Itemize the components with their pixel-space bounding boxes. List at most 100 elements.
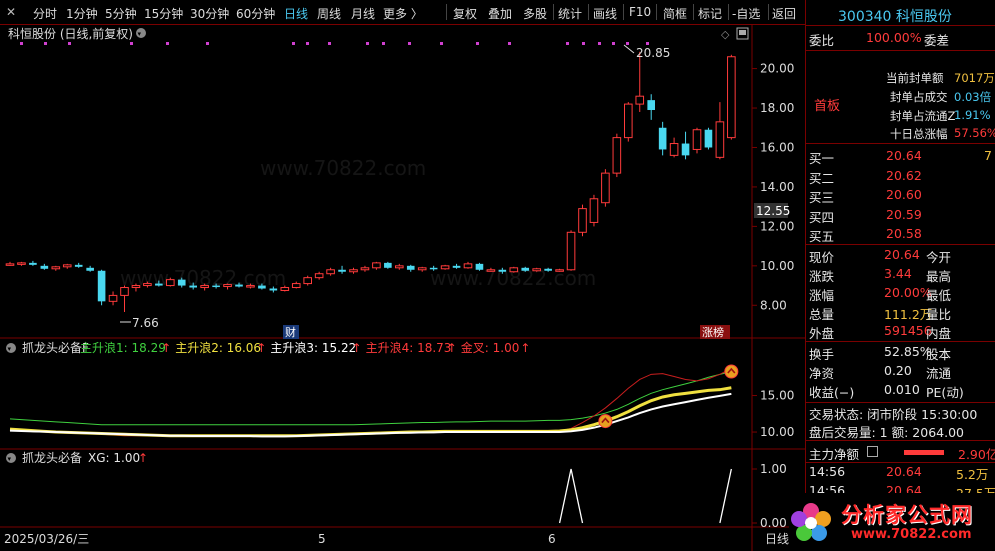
ind2-name: 抓龙头必备 [22, 451, 82, 465]
tool-tongji[interactable]: 统计 [558, 5, 582, 22]
date-axis-start: 2025/03/26/三 [4, 532, 89, 546]
tab-period-2[interactable]: 5分钟 [105, 5, 137, 22]
tab-period-3[interactable]: 15分钟 [144, 5, 183, 22]
candle-body [715, 121, 725, 158]
candle-body [97, 270, 106, 302]
candle-body [269, 288, 278, 291]
price-tick-label: 12.00 [760, 219, 794, 233]
tool-fuquan[interactable]: 复权 [453, 5, 477, 22]
ind1-tick-label: 15.00 [760, 389, 794, 403]
ind1-legend-item: 金叉: 1.00 [461, 340, 520, 355]
candle-body [143, 283, 152, 287]
bid-price: 20.58 [886, 226, 922, 241]
candle-body [521, 267, 530, 271]
main-net-icon[interactable] [867, 446, 878, 457]
stat2-value: 52.85% [884, 344, 932, 359]
stat-row: 外盘 591456 内盘 [806, 321, 995, 342]
close-x-icon[interactable]: ✕ [6, 5, 16, 19]
candle-body [62, 264, 72, 268]
candle-body [246, 285, 255, 288]
candle-body [704, 129, 713, 148]
tool-diejia[interactable]: 叠加 [488, 5, 512, 22]
stat2-value: 0.20 [884, 363, 912, 378]
price-tick-label: 14.00 [760, 180, 794, 194]
ind1-collapse-chevron: ▾ [8, 345, 12, 353]
candle-body [509, 267, 519, 273]
weicha-label: 委差 [924, 33, 950, 48]
candle-body [280, 287, 290, 291]
stat-row: 涨幅 20.00% 最低 [806, 283, 995, 304]
weibi-value: 100.00% [866, 30, 922, 45]
tool-f10[interactable]: F10 [629, 5, 651, 19]
signal-dot [366, 42, 369, 45]
ind1-legend-arrow: ↑ [447, 341, 457, 355]
tick-price: 20.64 [886, 464, 922, 479]
stat2-label-2: PE(动) [926, 385, 964, 400]
signal-dot [598, 42, 601, 45]
price-tick-label: 18.00 [760, 101, 794, 115]
tool-duogu[interactable]: 多股 [523, 5, 547, 22]
candle-body [429, 267, 438, 270]
ind1-legend-item: 主升浪4: 18.73 [366, 340, 452, 355]
candle-body [498, 269, 507, 272]
ind2-tick-label: 1.00 [760, 462, 787, 476]
candle-body [532, 268, 542, 272]
ind2-xg-arrow: ↑ [138, 451, 148, 465]
tab-period-9[interactable]: 更多 〉 [383, 5, 423, 22]
after-trade: 盘后交易量: 1 额: 2064.00 [809, 425, 964, 440]
ind1-legend-arrow: ↑ [352, 341, 362, 355]
candle-body [29, 262, 37, 265]
candle-body [463, 263, 473, 269]
signal-dot [292, 42, 295, 45]
tool-huaxian[interactable]: 画线 [593, 5, 617, 22]
price-tick-label: 10.00 [760, 259, 794, 273]
ind1-legend-item: 主升浪1: 18.29 [80, 340, 166, 355]
golden-cross-marker [598, 414, 613, 429]
tab-period-4[interactable]: 30分钟 [190, 5, 229, 22]
tab-period-6[interactable]: 日线 [284, 5, 308, 22]
bid-price: 20.60 [886, 187, 922, 202]
chart-area[interactable]: www.70822.com www.70822.com www.70822.co… [0, 25, 805, 551]
candle-body [727, 56, 736, 139]
tab-period-5[interactable]: 60分钟 [236, 5, 275, 22]
tab-period-8[interactable]: 月线 [351, 5, 375, 22]
candle-body [212, 285, 220, 288]
tool-zixuan[interactable]: -自选 [732, 5, 760, 22]
candle-body [578, 208, 587, 233]
signal-dot [476, 42, 479, 45]
logo-watermark: 分析家公式网 www.70822.com [789, 493, 995, 551]
kline-chart[interactable]: www.70822.com www.70822.com www.70822.co… [0, 25, 805, 551]
bid-label: 买二 [809, 170, 835, 186]
bid-label: 买五 [809, 229, 835, 244]
bid-row: 买三 20.60 [806, 185, 995, 206]
tool-fanhui[interactable]: 返回 [772, 5, 796, 22]
weibi-label: 委比 [809, 33, 835, 48]
zhangbang-badge-text: 涨榜 [702, 325, 724, 339]
window-icon-inner [739, 30, 746, 35]
stat2-value: 0.010 [884, 382, 920, 397]
signal-dot [440, 42, 443, 45]
golden-cross-marker [724, 364, 739, 379]
candle-body [314, 273, 324, 279]
fengdan-label-3: 十日总涨幅 [890, 127, 948, 141]
bid-row: 买二 20.62 [806, 166, 995, 187]
logo-text: 分析家公式网 [841, 503, 973, 527]
candle-body [647, 100, 655, 111]
tab-period-0[interactable]: 分时 [33, 5, 57, 22]
tab-period-7[interactable]: 周线 [317, 5, 341, 22]
diamond-icon[interactable]: ◇ [721, 28, 730, 41]
signal-dot [408, 42, 411, 45]
candle-body [349, 269, 358, 273]
candle-body [166, 279, 175, 287]
bid-price: 20.59 [886, 206, 922, 222]
candle-body [200, 285, 209, 289]
candle-body [635, 95, 645, 105]
stat-row: 总量 111.2万 量比 [806, 302, 995, 323]
stat-label: 外盘 [809, 326, 835, 341]
price-tick-label: 8.00 [760, 298, 787, 312]
tool-jiankuang[interactable]: 简框 [663, 5, 687, 22]
tool-biaoji[interactable]: 标记 [698, 5, 722, 22]
tab-period-1[interactable]: 1分钟 [66, 5, 98, 22]
candle-body [669, 143, 679, 156]
fengdan-label-2: 封单占流通Z [890, 109, 956, 123]
